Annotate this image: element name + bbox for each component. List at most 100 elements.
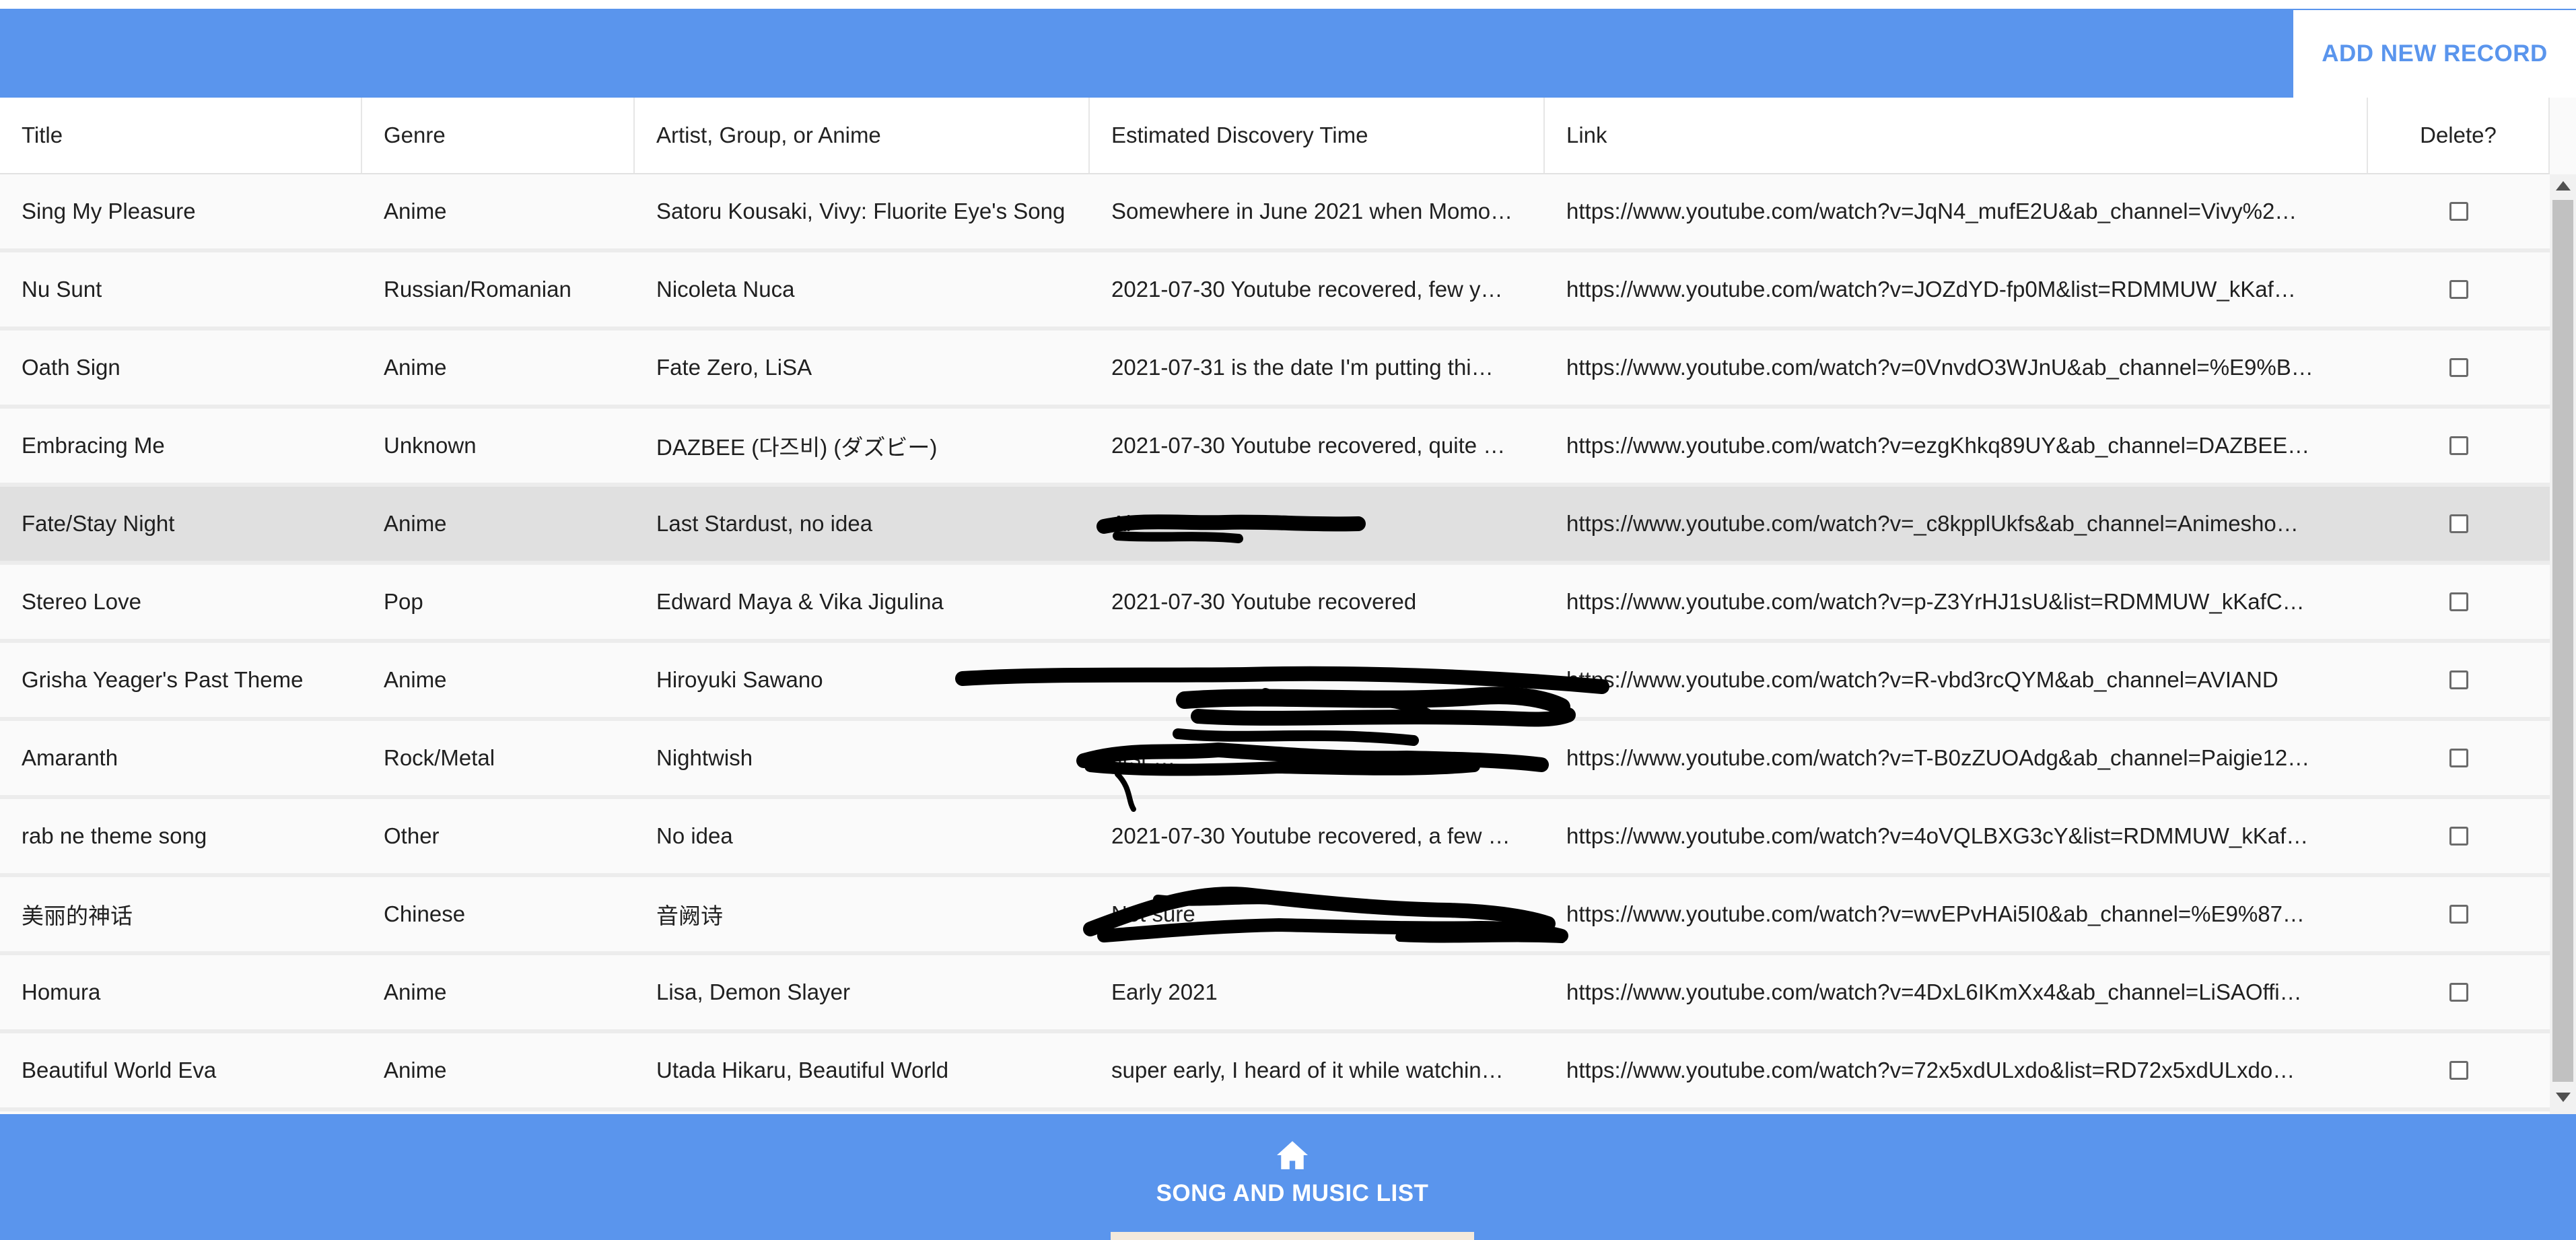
cell-link: https://www.youtube.com/watch?v=72x5xdUL… (1545, 1033, 2368, 1107)
cell-discovery-time-text: super early, I heard of it while watchin… (1111, 1058, 1504, 1082)
delete-checkbox[interactable] (2449, 749, 2468, 767)
nav-item-song-list[interactable]: SONG AND MUSIC LIST (1111, 1114, 1474, 1240)
bottom-navigation: SONG AND MUSIC LIST (0, 1114, 2576, 1240)
cell-delete (2368, 174, 2550, 248)
table-row[interactable]: rab ne theme song Other No idea 2021-07-30 … (0, 799, 2550, 877)
cell-artist: Lisa, Demon Slayer (635, 955, 1090, 1029)
delete-checkbox[interactable] (2449, 905, 2468, 924)
column-header-discovery-time[interactable]: Estimated Discovery Time (1090, 98, 1545, 173)
scroll-down-arrow-icon[interactable] (2556, 1093, 2571, 1102)
cell-link: https://www.youtube.com/watch?v=4oVQLBXG… (1545, 799, 2368, 873)
delete-checkbox[interactable] (2449, 592, 2468, 611)
records-table: Title Genre Artist, Group, or Anime Esti… (0, 98, 2576, 1114)
scrollbar-thumb[interactable] (2552, 200, 2573, 1082)
delete-checkbox[interactable] (2449, 280, 2468, 299)
cell-link-text: https://www.youtube.com/watch?v=T-B0zZUO… (1566, 745, 2310, 770)
cell-discovery-time-text: Not sure (1111, 901, 1195, 926)
delete-checkbox[interactable] (2449, 358, 2468, 377)
scroll-up-arrow-icon[interactable] (2556, 181, 2571, 191)
table-row[interactable]: 美丽的神话 Chinese 音阙诗 Not sure https://www.youtu… (0, 877, 2550, 955)
cell-genre-text: Anime (384, 355, 447, 380)
cell-genre: Pop (362, 565, 635, 639)
cell-genre-text: Anime (384, 979, 447, 1004)
vertical-scrollbar[interactable] (2550, 174, 2576, 1114)
cell-title: Sing My Pleasure (0, 174, 362, 248)
delete-checkbox[interactable] (2449, 514, 2468, 533)
cell-delete (2368, 409, 2550, 483)
cell-genre-text: Russian/Romanian (384, 277, 571, 302)
cell-artist-text: Nicoleta Nuca (656, 277, 795, 302)
cell-delete (2368, 877, 2550, 951)
table-row[interactable]: Embracing Me Unknown DAZBEE (다즈비) (ダズビー) 20… (0, 409, 2550, 487)
table-row[interactable]: Nu Sunt Russian/Romanian Nicoleta Nuca 2021… (0, 252, 2550, 331)
cell-artist: Fate Zero, LiSA (635, 331, 1090, 405)
cell-link-text: https://www.youtube.com/watch?v=4oVQLBXG… (1566, 823, 2309, 848)
cell-title-text: Homura (22, 979, 101, 1004)
cell-artist-text: Nightwish (656, 745, 753, 770)
column-header-link[interactable]: Link (1545, 98, 2368, 173)
cell-discovery-time-text: 2021-07-30 Youtube recovered, few y… (1111, 277, 1503, 302)
cell-title-text: Oath Sign (22, 355, 120, 380)
table-row[interactable]: Grisha Yeager's Past Theme Anime Hiroyuki … (0, 643, 2550, 721)
delete-checkbox[interactable] (2449, 436, 2468, 455)
cell-discovery-time: 2021-07-30 Youtube recovered, quite … (1090, 409, 1545, 483)
table-row[interactable]: Beautiful World Eva Anime Utada Hikaru, Be… (0, 1033, 2550, 1111)
column-header-genre[interactable]: Genre (362, 98, 635, 173)
top-strip (0, 0, 2576, 9)
cell-discovery-time-text: Somewhere in June 2021 when Momo… (1111, 199, 1513, 223)
column-header-artist[interactable]: Artist, Group, or Anime (635, 98, 1090, 173)
cell-link-text: https://www.youtube.com/watch?v=ezgKhkq8… (1566, 433, 2310, 458)
active-nav-indicator (1111, 1232, 1474, 1240)
cell-title-text: rab ne theme song (22, 823, 207, 848)
cell-title: Fate/Stay Night (0, 487, 362, 561)
cell-artist-text: 音阙诗 (656, 903, 723, 928)
cell-delete (2368, 487, 2550, 561)
table-row[interactable]: Amaranth Rock/Metal Nightwish first … https:… (0, 721, 2550, 799)
cell-genre: Anime (362, 331, 635, 405)
cell-genre-text: Anime (384, 1058, 447, 1082)
cell-title: Nu Sunt (0, 252, 362, 326)
cell-genre: Anime (362, 487, 635, 561)
table-row[interactable]: Oath Sign Anime Fate Zero, LiSA 2021-07-31 … (0, 331, 2550, 409)
cell-title: Oath Sign (0, 331, 362, 405)
table-row[interactable]: Sing My Pleasure Anime Satoru Kousaki, Viv… (0, 174, 2550, 252)
cell-artist: 音阙诗 (635, 877, 1090, 951)
table-row[interactable]: Fate/Stay Night Anime Last Stardust, no id… (0, 487, 2550, 565)
cell-title-text: Stereo Love (22, 589, 141, 614)
delete-checkbox[interactable] (2449, 983, 2468, 1002)
cell-artist-text: Fate Zero, LiSA (656, 355, 812, 380)
cell-artist: Edward Maya & Vika Jigulina (635, 565, 1090, 639)
table-row[interactable]: Homura Anime Lisa, Demon Slayer Early 2021 h… (0, 955, 2550, 1033)
delete-checkbox[interactable] (2449, 202, 2468, 221)
delete-checkbox[interactable] (2449, 1061, 2468, 1080)
cell-title: Homura (0, 955, 362, 1029)
delete-checkbox[interactable] (2449, 827, 2468, 846)
table-row[interactable]: Stereo Love Pop Edward Maya & Vika Jigulin… (0, 565, 2550, 643)
delete-checkbox[interactable] (2449, 670, 2468, 689)
cell-genre: Russian/Romanian (362, 252, 635, 326)
cell-discovery-time: Ai (1090, 487, 1545, 561)
cell-discovery-time: 2021-07-31 is the date I'm putting thi… (1090, 331, 1545, 405)
cell-link: https://www.youtube.com/watch?v=_c8kpplU… (1545, 487, 2368, 561)
cell-delete (2368, 643, 2550, 717)
cell-genre: Other (362, 799, 635, 873)
cell-delete (2368, 799, 2550, 873)
cell-discovery-time-text: Ai (1111, 511, 1132, 536)
add-new-record-button[interactable]: ADD NEW RECORD (2293, 10, 2576, 98)
cell-link-text: https://www.youtube.com/watch?v=R-vbd3rc… (1566, 667, 2278, 692)
cell-artist: Utada Hikaru, Beautiful World (635, 1033, 1090, 1107)
cell-discovery-time-text: 2021-07-30 Youtube recovered, quite … (1111, 433, 1506, 458)
cell-discovery-time: Not sure (1090, 877, 1545, 951)
cell-genre: Anime (362, 643, 635, 717)
cell-discovery-time-text: Early 2021 (1111, 979, 1218, 1004)
cell-artist-text: Hiroyuki Sawano (656, 667, 823, 692)
cell-link-text: https://www.youtube.com/watch?v=JOZdYD-f… (1566, 277, 2296, 302)
cell-link-text: https://www.youtube.com/watch?v=_c8kpplU… (1566, 511, 2299, 536)
cell-discovery-time: 2021-07-30 Youtube recovered (1090, 565, 1545, 639)
cell-genre: Rock/Metal (362, 721, 635, 795)
cell-link: https://www.youtube.com/watch?v=ezgKhkq8… (1545, 409, 2368, 483)
cell-link: https://www.youtube.com/watch?v=JOZdYD-f… (1545, 252, 2368, 326)
column-header-title[interactable]: Title (0, 98, 362, 173)
home-icon (1277, 1141, 1308, 1169)
cell-link-text: https://www.youtube.com/watch?v=wvEPvHAi… (1566, 901, 2305, 926)
